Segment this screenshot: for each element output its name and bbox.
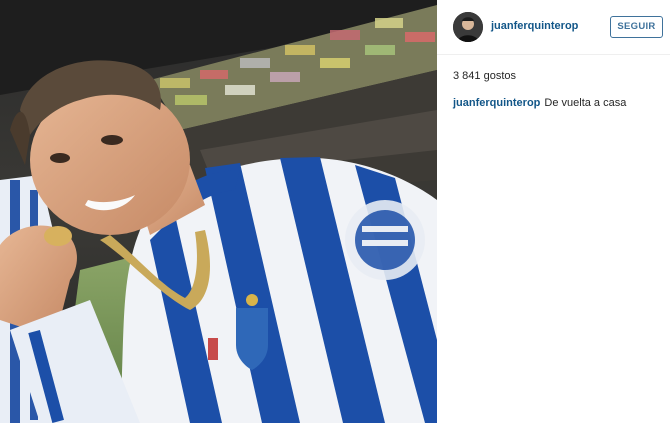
caption-text: De vuelta a casa: [544, 97, 627, 109]
follow-button[interactable]: SEGUIR: [610, 16, 663, 38]
caption-username-link[interactable]: juanferquinterop: [453, 97, 540, 109]
post-caption: juanferquinterop De vuelta a casa: [453, 97, 626, 109]
post-photo[interactable]: [0, 0, 437, 423]
likes-count[interactable]: 3 841 gostos: [453, 70, 516, 82]
post-header: juanferquinterop SEGUIR: [437, 0, 670, 55]
username-link[interactable]: juanferquinterop: [491, 20, 578, 32]
post-side-panel: juanferquinterop SEGUIR 3 841 gostos jua…: [437, 0, 670, 423]
avatar[interactable]: [453, 12, 483, 42]
